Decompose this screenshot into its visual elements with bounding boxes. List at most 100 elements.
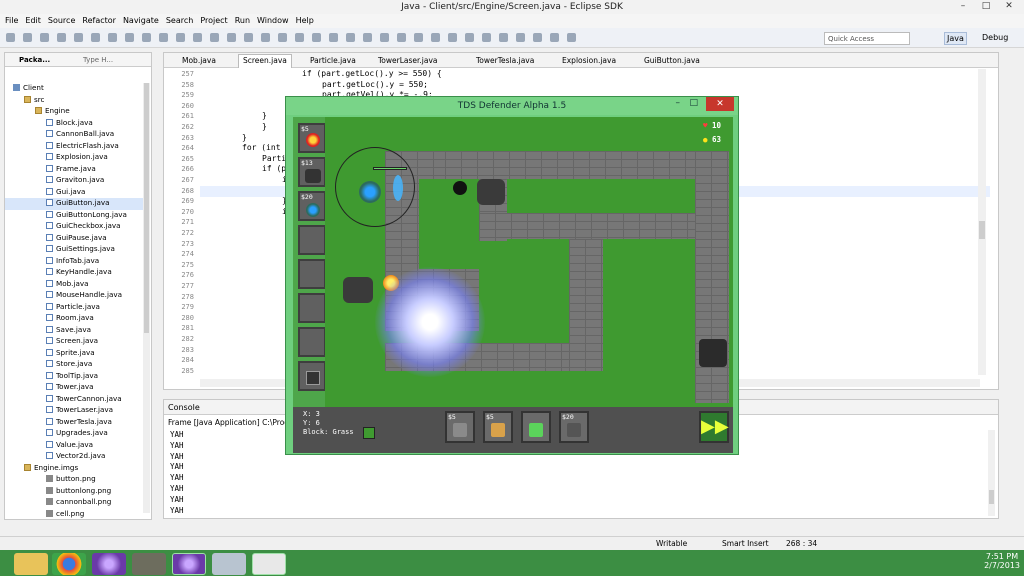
menu-project[interactable]: Project <box>195 14 227 25</box>
java-app-icon[interactable] <box>252 553 286 575</box>
toolbar-action-icon[interactable] <box>533 33 542 42</box>
toolbar-action-icon[interactable] <box>482 33 491 42</box>
tree-item[interactable]: Frame.java <box>5 164 145 176</box>
menu-help[interactable]: Help <box>291 14 314 25</box>
toolbar-action-icon[interactable] <box>295 33 304 42</box>
editor-tab[interactable]: Particle.java <box>306 55 360 66</box>
toolbar-action-icon[interactable] <box>40 33 49 42</box>
upgrade-slot[interactable]: $5 <box>445 411 475 443</box>
tree-item[interactable]: buttonlong.png <box>5 486 145 498</box>
java-perspective-button[interactable]: Java <box>944 32 967 45</box>
tree-item[interactable]: Client <box>5 83 145 95</box>
editor-tab[interactable]: Screen.java <box>238 54 292 68</box>
toolbar-action-icon[interactable] <box>363 33 372 42</box>
toolbar-action-icon[interactable] <box>380 33 389 42</box>
tree-item[interactable]: Gui.java <box>5 187 145 199</box>
tree-item[interactable]: GuiButtonLong.java <box>5 210 145 222</box>
toolbar-action-icon[interactable] <box>414 33 423 42</box>
menu-refactor[interactable]: Refactor <box>77 14 116 25</box>
tree-item[interactable]: Screen.java <box>5 336 145 348</box>
tree-item[interactable]: GuiCheckbox.java <box>5 221 145 233</box>
tree-item[interactable]: GuiSettings.java <box>5 244 145 256</box>
editor-tab[interactable]: GuiButton.java <box>640 55 704 66</box>
file-explorer-icon[interactable] <box>14 553 48 575</box>
editor-tab[interactable]: Mob.java <box>178 55 220 66</box>
toolbar-action-icon[interactable] <box>91 33 100 42</box>
shop-slot[interactable] <box>298 259 326 289</box>
menu-window[interactable]: Window <box>252 14 289 25</box>
minimize-button[interactable]: – <box>952 0 974 14</box>
toolbar-action-icon[interactable] <box>74 33 83 42</box>
tree-item[interactable]: Upgrades.java <box>5 428 145 440</box>
tree-item[interactable]: GuiButton.java <box>5 198 145 210</box>
toolbar-action-icon[interactable] <box>159 33 168 42</box>
game-minimize-button[interactable]: – <box>676 98 681 108</box>
toolbar-action-icon[interactable] <box>448 33 457 42</box>
tree-item[interactable]: TowerTesla.java <box>5 417 145 429</box>
tree-item[interactable]: Mob.java <box>5 279 145 291</box>
toolbar-action-icon[interactable] <box>397 33 406 42</box>
tree-item[interactable]: GuiPause.java <box>5 233 145 245</box>
cannon-tower-icon[interactable] <box>343 277 373 303</box>
tab-type-hierarchy[interactable]: Type H... <box>83 56 113 64</box>
toolbar-action-icon[interactable] <box>567 33 576 42</box>
toolbar-action-icon[interactable] <box>142 33 151 42</box>
editor-tab[interactable]: TowerTesla.java <box>472 55 538 66</box>
tree-item[interactable]: Engine <box>5 106 145 118</box>
gimp-icon[interactable] <box>132 553 166 575</box>
upgrade-slot[interactable]: $5 <box>483 411 513 443</box>
toolbar-action-icon[interactable] <box>312 33 321 42</box>
toolbar-action-icon[interactable] <box>176 33 185 42</box>
game-board[interactable]: ♥ 10 ● 63 <box>325 117 733 407</box>
quick-access-input[interactable]: Quick Access <box>824 32 910 45</box>
tree-item[interactable]: ElectricFlash.java <box>5 141 145 153</box>
tree-item[interactable]: src <box>5 95 145 107</box>
tree-item[interactable]: Tower.java <box>5 382 145 394</box>
shop-slot[interactable] <box>298 361 326 391</box>
shop-slot[interactable] <box>298 327 326 357</box>
tree-item[interactable]: CannonBall.java <box>5 129 145 141</box>
tesla-tower-icon[interactable] <box>359 181 381 203</box>
tree-item[interactable]: Graviton.java <box>5 175 145 187</box>
toolbar-action-icon[interactable] <box>210 33 219 42</box>
shop-slot[interactable]: $13 <box>298 157 326 187</box>
toolbar-action-icon[interactable] <box>278 33 287 42</box>
tree-item[interactable]: InfoTab.java <box>5 256 145 268</box>
toolbar-action-icon[interactable] <box>550 33 559 42</box>
tree-item[interactable]: Explosion.java <box>5 152 145 164</box>
tree-item[interactable]: Block.java <box>5 118 145 130</box>
toolbar-action-icon[interactable] <box>431 33 440 42</box>
editor-tab[interactable]: TowerLaser.java <box>374 55 442 66</box>
tree-item[interactable]: TowerLaser.java <box>5 405 145 417</box>
upgrade-slot[interactable] <box>521 411 551 443</box>
game-maximize-button[interactable]: □ <box>689 98 698 108</box>
eclipse-icon[interactable] <box>92 553 126 575</box>
toolbar-action-icon[interactable] <box>329 33 338 42</box>
upgrade-slot[interactable]: $20 <box>559 411 589 443</box>
eclipse-active-icon[interactable] <box>172 553 206 575</box>
editor-tab[interactable]: Explosion.java <box>558 55 620 66</box>
menu-source[interactable]: Source <box>43 14 75 25</box>
tree-item[interactable]: Store.java <box>5 359 145 371</box>
menu-file[interactable]: File <box>0 14 18 25</box>
console-scrollbar[interactable] <box>988 430 995 516</box>
tree-item[interactable]: Save.java <box>5 325 145 337</box>
tree-item[interactable]: cannonball.png <box>5 497 145 509</box>
menu-navigate[interactable]: Navigate <box>118 14 159 25</box>
toolbar-action-icon[interactable] <box>499 33 508 42</box>
toolbar-action-icon[interactable] <box>6 33 15 42</box>
toolbar-action-icon[interactable] <box>516 33 525 42</box>
system-clock[interactable]: 7:51 PM 2/7/2013 <box>984 552 1020 570</box>
shop-slot[interactable] <box>298 293 326 323</box>
toolbar-action-icon[interactable] <box>346 33 355 42</box>
tree-item[interactable]: Value.java <box>5 440 145 452</box>
cannon-tower-icon[interactable] <box>477 179 505 205</box>
package-scrollbar[interactable] <box>143 83 150 513</box>
toolbar-action-icon[interactable] <box>244 33 253 42</box>
menu-edit[interactable]: Edit <box>20 14 41 25</box>
tree-item[interactable]: TowerCannon.java <box>5 394 145 406</box>
toolbar-action-icon[interactable] <box>465 33 474 42</box>
menu-search[interactable]: Search <box>161 14 193 25</box>
tab-package-explorer[interactable]: Packa... <box>19 56 50 64</box>
toolbar-action-icon[interactable] <box>23 33 32 42</box>
